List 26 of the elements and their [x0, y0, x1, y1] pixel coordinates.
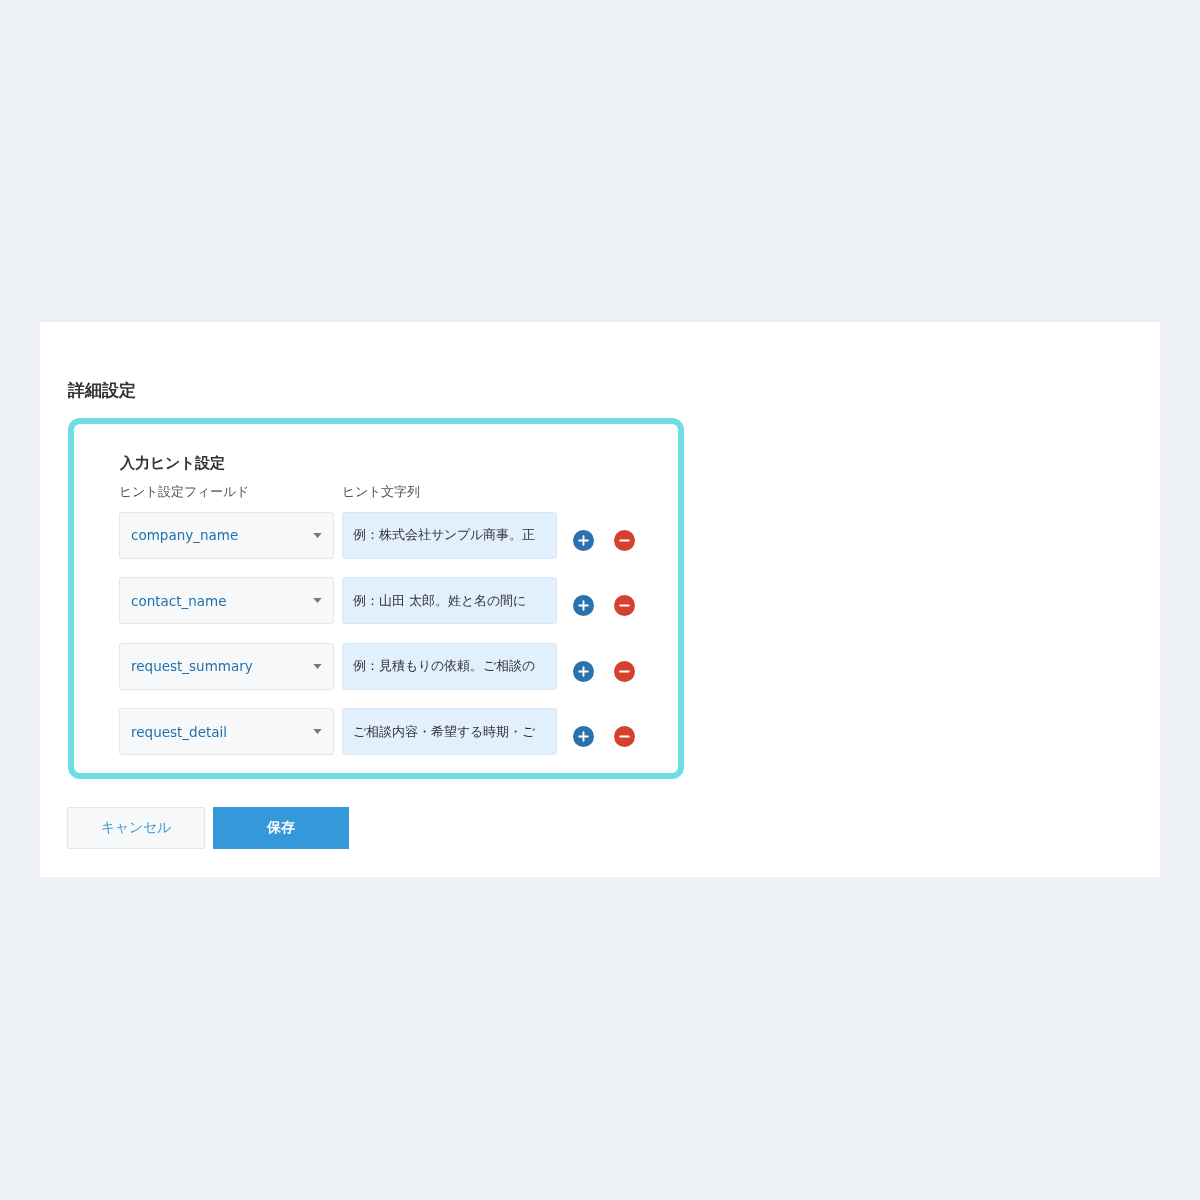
column-header: ヒント文字列 — [342, 484, 421, 500]
remove-icon[interactable] — [614, 660, 635, 682]
hint-input[interactable]: 例：山田 太郎。姓と名の間に — [342, 577, 557, 624]
add-icon[interactable] — [573, 660, 594, 682]
field-dropdown[interactable]: contact_name — [119, 577, 334, 624]
add-icon[interactable] — [573, 529, 594, 551]
cancel-button[interactable]: キャンセル — [67, 807, 205, 849]
hint-input[interactable]: ご相談内容・希望する時期・ご — [342, 708, 557, 755]
remove-icon[interactable] — [614, 529, 635, 551]
field-dropdown[interactable]: request_detail — [119, 708, 334, 755]
caret-icon — [313, 663, 322, 669]
hint-settings-title: 入力ヒント設定 — [120, 454, 226, 472]
save-button[interactable]: 保存 — [213, 807, 349, 849]
remove-icon[interactable] — [614, 726, 635, 747]
section-title: 詳細設定 — [68, 380, 137, 400]
hint-input[interactable]: 例：見積もりの依頼。ご相談の — [342, 642, 557, 690]
field-dropdown[interactable]: request_summary — [119, 642, 334, 690]
caret-icon — [313, 729, 322, 734]
hint-input[interactable]: 例：株式会社サンプル商事。正 — [342, 511, 557, 559]
add-icon[interactable] — [573, 595, 594, 616]
add-icon[interactable] — [573, 726, 594, 747]
remove-icon[interactable] — [614, 595, 635, 616]
column-header: ヒント設定フィールド — [119, 484, 250, 500]
caret-icon — [313, 532, 322, 538]
field-dropdown[interactable]: company_name — [119, 511, 334, 559]
caret-icon — [313, 598, 322, 603]
